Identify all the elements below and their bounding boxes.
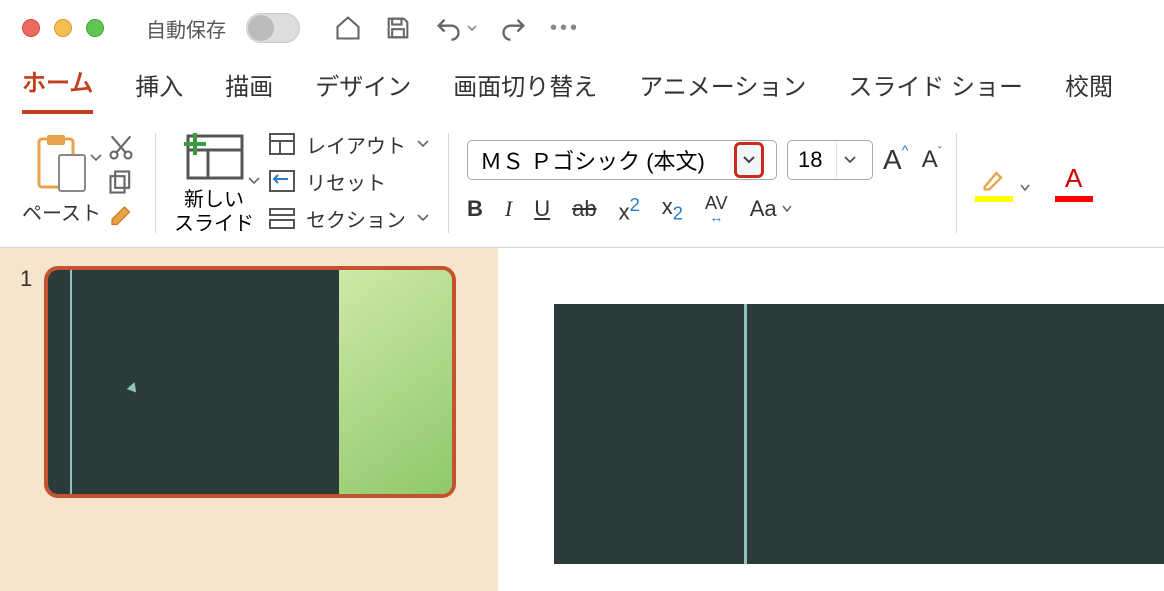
- superscript-button[interactable]: x2: [619, 194, 640, 225]
- layout-button[interactable]: レイアウト: [268, 130, 430, 159]
- increase-font-icon[interactable]: A^: [883, 144, 902, 176]
- slide-thumbnail[interactable]: [44, 266, 456, 498]
- content-area: 1: [0, 248, 1164, 591]
- chevron-down-icon[interactable]: [1019, 182, 1031, 194]
- ribbon-tabs: ホーム 挿入 描画 デザイン 画面切り替え アニメーション スライド ショー 校…: [0, 56, 1164, 114]
- undo-dropdown-icon[interactable]: [466, 22, 478, 34]
- tab-transitions[interactable]: 画面切り替え: [453, 67, 597, 114]
- copy-icon[interactable]: [107, 167, 137, 197]
- section-label: セクション: [306, 204, 406, 233]
- tab-draw[interactable]: 描画: [225, 67, 273, 114]
- font-name-select[interactable]: ＭＳ Ｐゴシック (本文): [467, 140, 777, 180]
- chevron-down-icon[interactable]: [247, 174, 261, 188]
- bold-button[interactable]: B: [467, 196, 483, 222]
- autosave-label: 自動保存: [146, 14, 226, 43]
- ribbon: ペースト: [0, 114, 1164, 248]
- layout-label: レイアウト: [306, 130, 406, 159]
- redo-icon[interactable]: [500, 14, 528, 42]
- slide-number: 1: [20, 266, 32, 591]
- tab-home[interactable]: ホーム: [22, 63, 93, 114]
- subscript-button[interactable]: x2: [662, 194, 683, 224]
- thumbnail-panel: 1: [0, 248, 498, 591]
- char-spacing-button[interactable]: AV ↔: [705, 195, 728, 224]
- highlight-color-button[interactable]: [975, 166, 1013, 202]
- new-slide-label-1: 新しい: [184, 188, 244, 212]
- underline-button[interactable]: U: [534, 196, 550, 222]
- window-controls: [22, 19, 104, 37]
- font-name-value: ＭＳ Ｐゴシック (本文): [480, 144, 734, 176]
- more-icon[interactable]: •••: [550, 17, 580, 40]
- save-icon[interactable]: [384, 14, 412, 42]
- tab-review[interactable]: 校閲: [1065, 67, 1113, 114]
- paste-button[interactable]: ペースト: [22, 133, 101, 233]
- tab-design[interactable]: デザイン: [315, 67, 411, 114]
- new-slide-label-2: スライド: [174, 212, 254, 236]
- tab-animations[interactable]: アニメーション: [639, 67, 806, 114]
- change-case-button[interactable]: Aa: [750, 196, 793, 222]
- decrease-font-icon[interactable]: Aˇ: [922, 146, 938, 174]
- strikethrough-button[interactable]: ab: [572, 196, 596, 222]
- new-slide-button[interactable]: 新しい スライド: [174, 130, 254, 236]
- section-button[interactable]: セクション: [268, 204, 430, 233]
- font-color-button[interactable]: A: [1055, 163, 1093, 202]
- format-painter-icon[interactable]: [107, 201, 137, 233]
- paste-label: ペースト: [22, 197, 101, 226]
- zoom-window-button[interactable]: [86, 19, 104, 37]
- slide-editor[interactable]: [498, 248, 1164, 591]
- window-titlebar: 自動保存 •••: [0, 0, 1164, 56]
- font-size-dropdown-icon[interactable]: [836, 143, 862, 177]
- reset-button[interactable]: リセット: [268, 167, 430, 196]
- minimize-window-button[interactable]: [54, 19, 72, 37]
- autosave-toggle[interactable]: [246, 13, 300, 43]
- font-size-select[interactable]: 18: [787, 140, 873, 180]
- font-name-dropdown-icon[interactable]: [734, 142, 764, 178]
- undo-icon[interactable]: [434, 14, 462, 42]
- cut-icon[interactable]: [107, 133, 137, 163]
- italic-button[interactable]: I: [505, 196, 512, 222]
- close-window-button[interactable]: [22, 19, 40, 37]
- chevron-down-icon[interactable]: [89, 151, 103, 165]
- reset-label: リセット: [306, 167, 386, 196]
- tab-slideshow[interactable]: スライド ショー: [848, 67, 1023, 114]
- slide-canvas[interactable]: [554, 304, 1164, 564]
- tab-insert[interactable]: 挿入: [135, 67, 183, 114]
- font-size-value: 18: [798, 147, 836, 173]
- home-icon[interactable]: [334, 14, 362, 42]
